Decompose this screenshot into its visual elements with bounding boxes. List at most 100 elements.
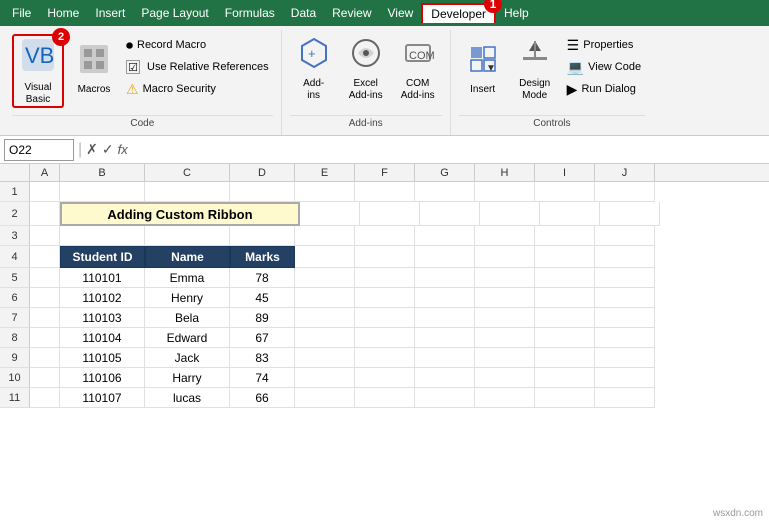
cell-a7[interactable] — [30, 308, 60, 328]
cell-g7[interactable] — [415, 308, 475, 328]
cell-j7[interactable] — [595, 308, 655, 328]
cell-i3[interactable] — [535, 226, 595, 246]
cell-student-id-9[interactable]: 110105 — [60, 348, 145, 368]
cell-g9[interactable] — [415, 348, 475, 368]
record-macro-button[interactable]: ⏺ Record Macro — [122, 34, 273, 56]
excel-addins-button[interactable]: ExcelAdd-ins — [342, 34, 390, 104]
run-dialog-button[interactable]: ▶ Run Dialog — [563, 78, 645, 100]
cell-e9[interactable] — [295, 348, 355, 368]
menu-data[interactable]: Data — [283, 4, 324, 22]
macros-button[interactable]: Macros — [70, 34, 118, 104]
cell-student-id-10[interactable]: 110106 — [60, 368, 145, 388]
cell-student-id-6[interactable]: 110102 — [60, 288, 145, 308]
menu-file[interactable]: File — [4, 4, 39, 22]
cell-marks-7[interactable]: 89 — [230, 308, 295, 328]
visual-basic-button[interactable]: VB VisualBasic — [14, 36, 62, 106]
menu-developer[interactable]: Developer 1 — [421, 3, 496, 23]
cell-h2[interactable] — [480, 202, 540, 226]
properties-button[interactable]: ☰ Properties — [563, 34, 645, 56]
header-name[interactable]: Name — [145, 246, 230, 268]
cell-g3[interactable] — [415, 226, 475, 246]
cell-j10[interactable] — [595, 368, 655, 388]
com-addins-button[interactable]: COM COMAdd-ins — [394, 34, 442, 104]
cell-a3[interactable] — [30, 226, 60, 246]
cell-j8[interactable] — [595, 328, 655, 348]
design-mode-button[interactable]: DesignMode — [511, 34, 559, 104]
cell-d1[interactable] — [230, 182, 295, 202]
title-cell[interactable]: Adding Custom Ribbon — [60, 202, 300, 226]
cell-name-11[interactable]: lucas — [145, 388, 230, 408]
cell-name-10[interactable]: Harry — [145, 368, 230, 388]
menu-review[interactable]: Review — [324, 4, 379, 22]
cell-a9[interactable] — [30, 348, 60, 368]
cell-h9[interactable] — [475, 348, 535, 368]
cell-h8[interactable] — [475, 328, 535, 348]
cell-i7[interactable] — [535, 308, 595, 328]
cell-a8[interactable] — [30, 328, 60, 348]
cancel-icon[interactable]: ✗ — [86, 141, 98, 158]
col-h[interactable]: H — [475, 164, 535, 181]
cell-f6[interactable] — [355, 288, 415, 308]
cell-c1[interactable] — [145, 182, 230, 202]
cell-i10[interactable] — [535, 368, 595, 388]
cell-b3[interactable] — [60, 226, 145, 246]
col-d[interactable]: D — [230, 164, 295, 181]
cell-h6[interactable] — [475, 288, 535, 308]
cell-b1[interactable] — [60, 182, 145, 202]
cell-j4[interactable] — [595, 246, 655, 268]
insert-button[interactable]: ▼ Insert — [459, 34, 507, 104]
cell-e7[interactable] — [295, 308, 355, 328]
cell-f5[interactable] — [355, 268, 415, 288]
col-e[interactable]: E — [295, 164, 355, 181]
cell-e4[interactable] — [295, 246, 355, 268]
cell-i9[interactable] — [535, 348, 595, 368]
cell-g10[interactable] — [415, 368, 475, 388]
cell-a10[interactable] — [30, 368, 60, 388]
cell-f3[interactable] — [355, 226, 415, 246]
cell-g5[interactable] — [415, 268, 475, 288]
cell-j9[interactable] — [595, 348, 655, 368]
cell-name-5[interactable]: Emma — [145, 268, 230, 288]
cell-h4[interactable] — [475, 246, 535, 268]
cell-marks-6[interactable]: 45 — [230, 288, 295, 308]
cell-e5[interactable] — [295, 268, 355, 288]
macro-security-button[interactable]: ⚠ Macro Security — [122, 78, 273, 100]
cell-f11[interactable] — [355, 388, 415, 408]
cell-a11[interactable] — [30, 388, 60, 408]
cell-a5[interactable] — [30, 268, 60, 288]
cell-student-id-8[interactable]: 110104 — [60, 328, 145, 348]
cell-i8[interactable] — [535, 328, 595, 348]
cell-c3[interactable] — [145, 226, 230, 246]
cell-a1[interactable] — [30, 182, 60, 202]
cell-i1[interactable] — [535, 182, 595, 202]
cell-marks-9[interactable]: 83 — [230, 348, 295, 368]
cell-j6[interactable] — [595, 288, 655, 308]
cell-j11[interactable] — [595, 388, 655, 408]
col-g[interactable]: G — [415, 164, 475, 181]
cell-marks-11[interactable]: 66 — [230, 388, 295, 408]
header-marks[interactable]: Marks — [230, 246, 295, 268]
cell-marks-10[interactable]: 74 — [230, 368, 295, 388]
cell-student-id-7[interactable]: 110103 — [60, 308, 145, 328]
cell-e6[interactable] — [295, 288, 355, 308]
cell-a6[interactable] — [30, 288, 60, 308]
cell-g11[interactable] — [415, 388, 475, 408]
col-i[interactable]: I — [535, 164, 595, 181]
cell-f4[interactable] — [355, 246, 415, 268]
cell-i6[interactable] — [535, 288, 595, 308]
menu-help[interactable]: Help — [496, 4, 537, 22]
cell-e3[interactable] — [295, 226, 355, 246]
cell-name-7[interactable]: Bela — [145, 308, 230, 328]
cell-d3[interactable] — [230, 226, 295, 246]
add-ins-button[interactable]: + Add-ins — [290, 34, 338, 104]
menu-formulas[interactable]: Formulas — [217, 4, 283, 22]
cell-e2[interactable] — [300, 202, 360, 226]
cell-f1[interactable] — [355, 182, 415, 202]
header-student-id[interactable]: Student ID — [60, 246, 145, 268]
cell-g1[interactable] — [415, 182, 475, 202]
menu-page-layout[interactable]: Page Layout — [133, 4, 216, 22]
cell-f8[interactable] — [355, 328, 415, 348]
cell-i5[interactable] — [535, 268, 595, 288]
use-relative-refs-button[interactable]: ☑ Use Relative References — [122, 56, 273, 78]
cell-h5[interactable] — [475, 268, 535, 288]
